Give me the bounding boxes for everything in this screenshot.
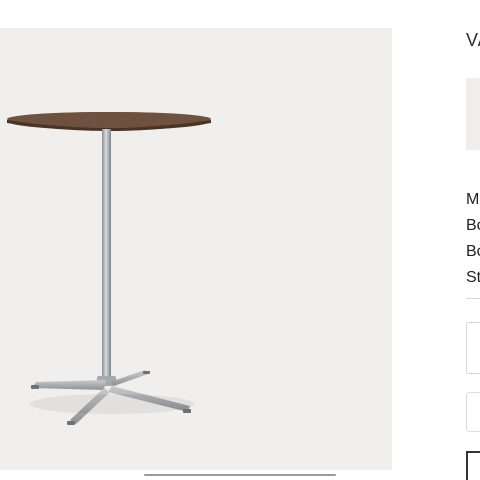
spec-list: M Bo Bo St [466,190,480,294]
spec-item: M [466,191,480,208]
product-image [0,28,392,470]
quantity-field[interactable] [466,392,480,432]
product-title: VA [466,30,480,50]
product-gallery[interactable] [0,28,392,470]
checkbox-icon[interactable] [466,451,480,480]
product-page: VA M Bo Bo St [0,0,480,480]
divider [466,298,480,299]
spec-item: Bo [466,243,480,260]
option-selector[interactable] [466,322,480,374]
gallery-scrollbar[interactable] [144,474,336,476]
spec-item: St [466,269,480,286]
spec-item: Bo [466,217,480,234]
color-swatch[interactable] [466,78,480,150]
product-details-panel: VA M Bo Bo St [466,0,480,480]
